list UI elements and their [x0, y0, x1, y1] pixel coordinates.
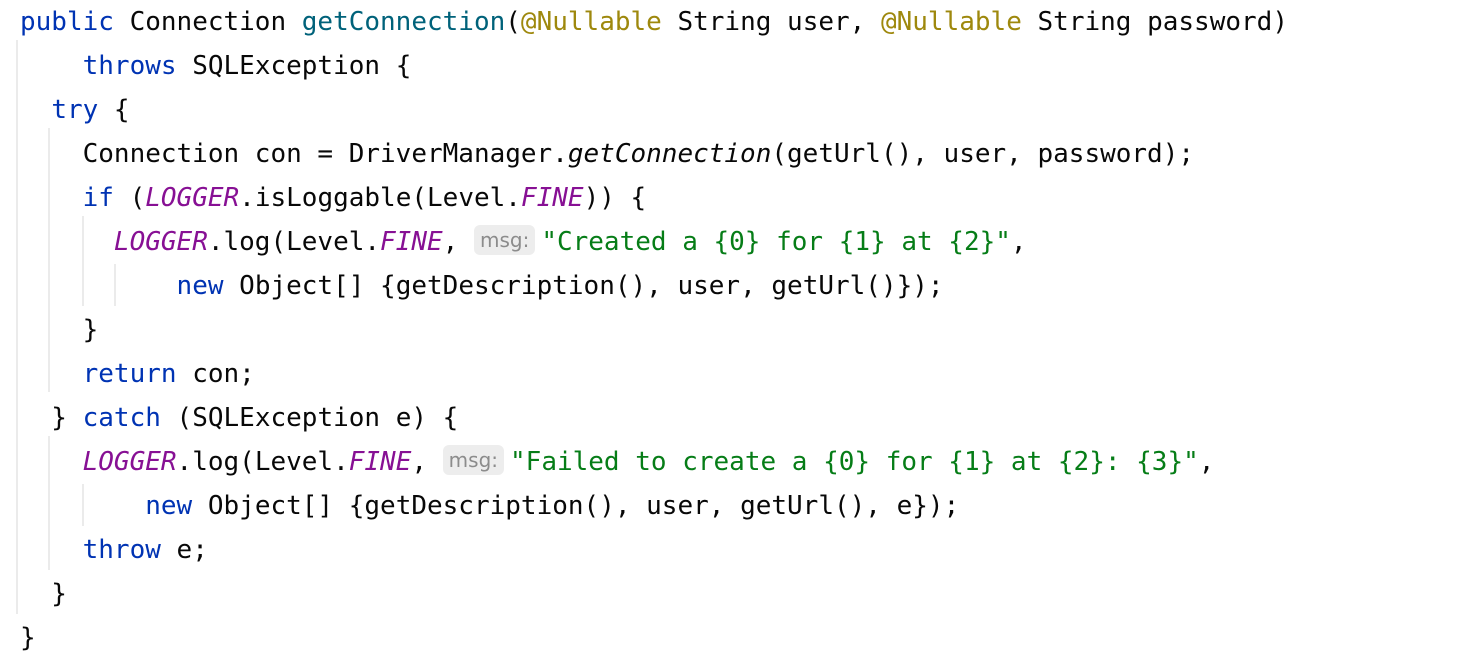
code-token: FINE	[520, 183, 584, 213]
parameter-hint: msg:	[473, 225, 536, 255]
code-token: ,	[442, 227, 474, 257]
code-token: Object[] {getDescription(), user, getUrl…	[192, 491, 960, 521]
code-token: LOGGER	[82, 447, 177, 477]
code-line[interactable]: LOGGER.log(Level.FINE, msg: "Failed to cr…	[20, 440, 1214, 484]
code-token: ,	[411, 447, 443, 477]
code-token: throw	[82, 535, 161, 565]
code-token: FINE	[348, 447, 412, 477]
indent-guide	[16, 40, 18, 614]
code-token: FINE	[380, 227, 443, 257]
code-line[interactable]: new Object[] {getDescription(), user, ge…	[20, 484, 959, 528]
code-token: }	[20, 403, 83, 433]
code-editor[interactable]: public Connection getConnection(@Nullabl…	[0, 0, 1464, 668]
code-token: "Failed to create a {0} for {1} at {2}: …	[510, 447, 1199, 477]
code-token: }	[20, 579, 67, 609]
code-line[interactable]: }	[20, 308, 99, 352]
parameter-hint: msg:	[442, 445, 505, 475]
code-token: (	[505, 7, 521, 37]
code-line[interactable]: public Connection getConnection(@Nullabl…	[20, 0, 1288, 44]
code-token: LOGGER	[145, 183, 240, 213]
code-line[interactable]: try {	[20, 88, 130, 132]
code-token: try	[51, 95, 99, 125]
code-token: e;	[160, 535, 208, 565]
code-line[interactable]: }	[20, 616, 36, 660]
code-token: .log(Level.	[207, 227, 381, 257]
code-token: {	[98, 95, 130, 125]
code-token: SQLException {	[176, 51, 412, 81]
code-token: String password)	[1021, 7, 1288, 37]
code-token: Object[] {getDescription(), user, getUrl…	[223, 271, 944, 301]
code-line[interactable]: throw e;	[20, 528, 208, 572]
code-token: }	[20, 315, 99, 345]
code-token: new	[145, 491, 193, 521]
code-token: con;	[176, 359, 255, 389]
code-token: public	[20, 7, 114, 37]
code-token: LOGGER	[113, 227, 208, 257]
code-token: throws	[82, 51, 177, 81]
code-token: .isLoggable(Level.	[239, 183, 521, 213]
code-token: (SQLException e) {	[160, 403, 459, 433]
code-token: @Nullable	[520, 7, 662, 37]
code-token: if	[82, 183, 114, 213]
code-line[interactable]: if (LOGGER.isLoggable(Level.FINE)) {	[20, 176, 647, 220]
code-token: String user,	[661, 7, 881, 37]
code-token: return	[82, 359, 177, 389]
code-token: Connection con = DriverManager.	[20, 139, 568, 169]
code-line[interactable]: } catch (SQLException e) {	[20, 396, 458, 440]
code-token: catch	[82, 403, 161, 433]
code-token: Connection	[113, 7, 302, 37]
code-token: ,	[1010, 227, 1027, 257]
code-token: new	[176, 271, 224, 301]
code-token: (	[113, 183, 146, 213]
code-token: .log(Level.	[176, 447, 349, 477]
code-line[interactable]: Connection con = DriverManager.getConnec…	[20, 132, 1194, 176]
code-token: "Created a {0} for {1} at {2}"	[541, 227, 1011, 257]
code-token: @Nullable	[880, 7, 1022, 37]
code-token: (getUrl(), user, password);	[771, 139, 1195, 169]
code-line[interactable]: return con;	[20, 352, 255, 396]
code-token: ,	[1198, 447, 1215, 477]
code-token: )) {	[583, 183, 647, 213]
code-token: }	[20, 623, 36, 653]
code-line[interactable]: LOGGER.log(Level.FINE, msg: "Created a {0…	[20, 220, 1027, 264]
code-token: getConnection	[301, 7, 506, 37]
code-line[interactable]: throws SQLException {	[20, 44, 412, 88]
code-token: getConnection	[567, 139, 772, 169]
code-line[interactable]: new Object[] {getDescription(), user, ge…	[20, 264, 944, 308]
code-line[interactable]: }	[20, 572, 67, 616]
